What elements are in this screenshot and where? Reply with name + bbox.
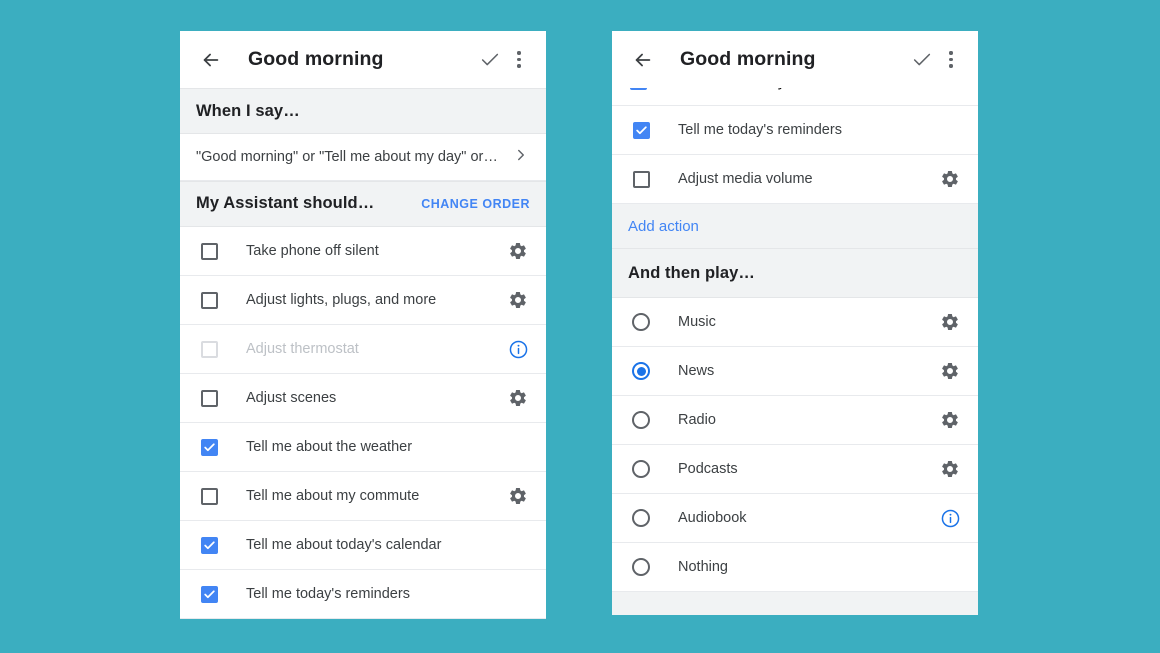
checkbox[interactable]: [198, 289, 220, 311]
checkbox[interactable]: [198, 387, 220, 409]
radio-button[interactable]: [630, 556, 652, 578]
gear-icon[interactable]: [938, 408, 962, 432]
checkbox[interactable]: [630, 88, 647, 90]
more-vert-icon[interactable]: [938, 44, 964, 76]
action-label: Tell me today's reminders: [246, 586, 410, 603]
gear-icon[interactable]: [506, 484, 530, 508]
action-label: Tell me about the weather: [246, 439, 413, 456]
change-order-button[interactable]: CHANGE ORDER: [421, 197, 530, 211]
section-title: And then play…: [628, 263, 755, 282]
check-icon[interactable]: [906, 44, 938, 76]
radio-button[interactable]: [630, 507, 652, 529]
action-row[interactable]: Adjust lights, plugs, and more: [180, 276, 546, 326]
trigger-phrase-row[interactable]: "Good morning" or "Tell me about my day"…: [180, 134, 546, 181]
left-appbar: Good morning: [180, 31, 546, 88]
action-label: Adjust scenes: [246, 390, 337, 407]
action-label: Adjust thermostat: [246, 341, 359, 358]
gear-icon[interactable]: [938, 359, 962, 383]
play-option-row[interactable]: Music: [612, 298, 978, 347]
gear-icon[interactable]: [506, 288, 530, 312]
play-option-label: Audiobook: [678, 510, 747, 526]
trailing-empty: [506, 582, 530, 606]
action-row[interactable]: Tell me about the weather: [180, 423, 546, 473]
play-option-label: News: [678, 363, 715, 379]
gear-icon[interactable]: [506, 386, 530, 410]
trailing-empty: [938, 118, 962, 142]
action-row[interactable]: Tell me today's reminders: [612, 106, 978, 155]
play-option-label: Nothing: [678, 559, 728, 575]
info-icon[interactable]: [938, 506, 962, 530]
trailing-empty: [506, 533, 530, 557]
action-row[interactable]: Tell me about my commute: [180, 472, 546, 522]
checkbox[interactable]: [198, 240, 220, 262]
page-title: Good morning: [248, 48, 384, 70]
right-action-list: Tell me today's reminders Adjust media vo…: [612, 106, 978, 204]
add-action-label: Add action: [628, 217, 699, 235]
checkbox[interactable]: [630, 168, 652, 190]
left-phone-panel: Good morning When I say… "Good morning" …: [180, 31, 546, 619]
chevron-right-icon: [512, 146, 530, 169]
action-row[interactable]: Adjust scenes: [180, 374, 546, 424]
play-option-label: Music: [678, 314, 716, 330]
play-options-list: Music News Radio Podcasts Audiobook Nothing: [612, 298, 978, 592]
assistant-action-list: Take phone off silent Adjust lights, plug…: [180, 227, 546, 619]
trailing-empty: [506, 435, 530, 459]
action-row: Adjust thermostat: [180, 325, 546, 375]
section-title: My Assistant should…: [196, 194, 375, 213]
row-label: Tell me about today's calendar: [647, 88, 863, 91]
action-label: Adjust lights, plugs, and more: [246, 292, 437, 309]
radio-button[interactable]: [630, 409, 652, 431]
more-vert-icon[interactable]: [506, 44, 532, 76]
page-title: Good morning: [680, 48, 816, 70]
section-when-i-say: When I say…: [180, 88, 546, 135]
section-title: When I say…: [196, 101, 300, 120]
gear-icon[interactable]: [506, 239, 530, 263]
clipped-scrolled-row[interactable]: Tell me about today's calendar: [612, 88, 978, 106]
check-icon[interactable]: [474, 44, 506, 76]
gear-icon[interactable]: [938, 167, 962, 191]
gear-icon[interactable]: [938, 310, 962, 334]
trigger-phrase-text: "Good morning" or "Tell me about my day"…: [196, 149, 498, 165]
play-option-row[interactable]: Audiobook: [612, 494, 978, 543]
right-phone-panel: Good morning Tell me about today's calen…: [612, 31, 978, 615]
info-icon[interactable]: [506, 337, 530, 361]
radio-button[interactable]: [630, 360, 652, 382]
section-my-assistant-should: My Assistant should… CHANGE ORDER: [180, 180, 546, 228]
trailing-empty: [938, 555, 962, 579]
play-option-label: Podcasts: [678, 461, 738, 477]
action-row[interactable]: Tell me about today's calendar: [180, 521, 546, 571]
action-label: Take phone off silent: [246, 243, 379, 260]
action-row[interactable]: Tell me today's reminders: [180, 570, 546, 619]
action-label: Adjust media volume: [678, 171, 813, 187]
checkbox: [198, 338, 220, 360]
checkbox[interactable]: [198, 583, 220, 605]
play-option-row[interactable]: Nothing: [612, 543, 978, 592]
radio-button[interactable]: [630, 311, 652, 333]
action-label: Tell me today's reminders: [678, 122, 842, 138]
back-arrow-icon[interactable]: [628, 45, 658, 75]
checkbox[interactable]: [630, 119, 652, 141]
back-arrow-icon[interactable]: [196, 45, 226, 75]
right-appbar: Good morning: [612, 31, 978, 88]
checkbox[interactable]: [198, 436, 220, 458]
action-row[interactable]: Adjust media volume: [612, 155, 978, 204]
play-option-row[interactable]: Podcasts: [612, 445, 978, 494]
play-option-row[interactable]: News: [612, 347, 978, 396]
action-label: Tell me about today's calendar: [246, 537, 442, 554]
action-label: Tell me about my commute: [246, 488, 420, 505]
checkbox[interactable]: [198, 534, 220, 556]
checkbox[interactable]: [198, 485, 220, 507]
add-action-row[interactable]: Add action: [612, 204, 978, 248]
play-option-row[interactable]: Radio: [612, 396, 978, 445]
radio-button[interactable]: [630, 458, 652, 480]
gear-icon[interactable]: [938, 457, 962, 481]
footer-strip: [612, 592, 978, 615]
action-row[interactable]: Take phone off silent: [180, 227, 546, 277]
play-option-label: Radio: [678, 412, 716, 428]
section-and-then-play: And then play…: [612, 248, 978, 298]
